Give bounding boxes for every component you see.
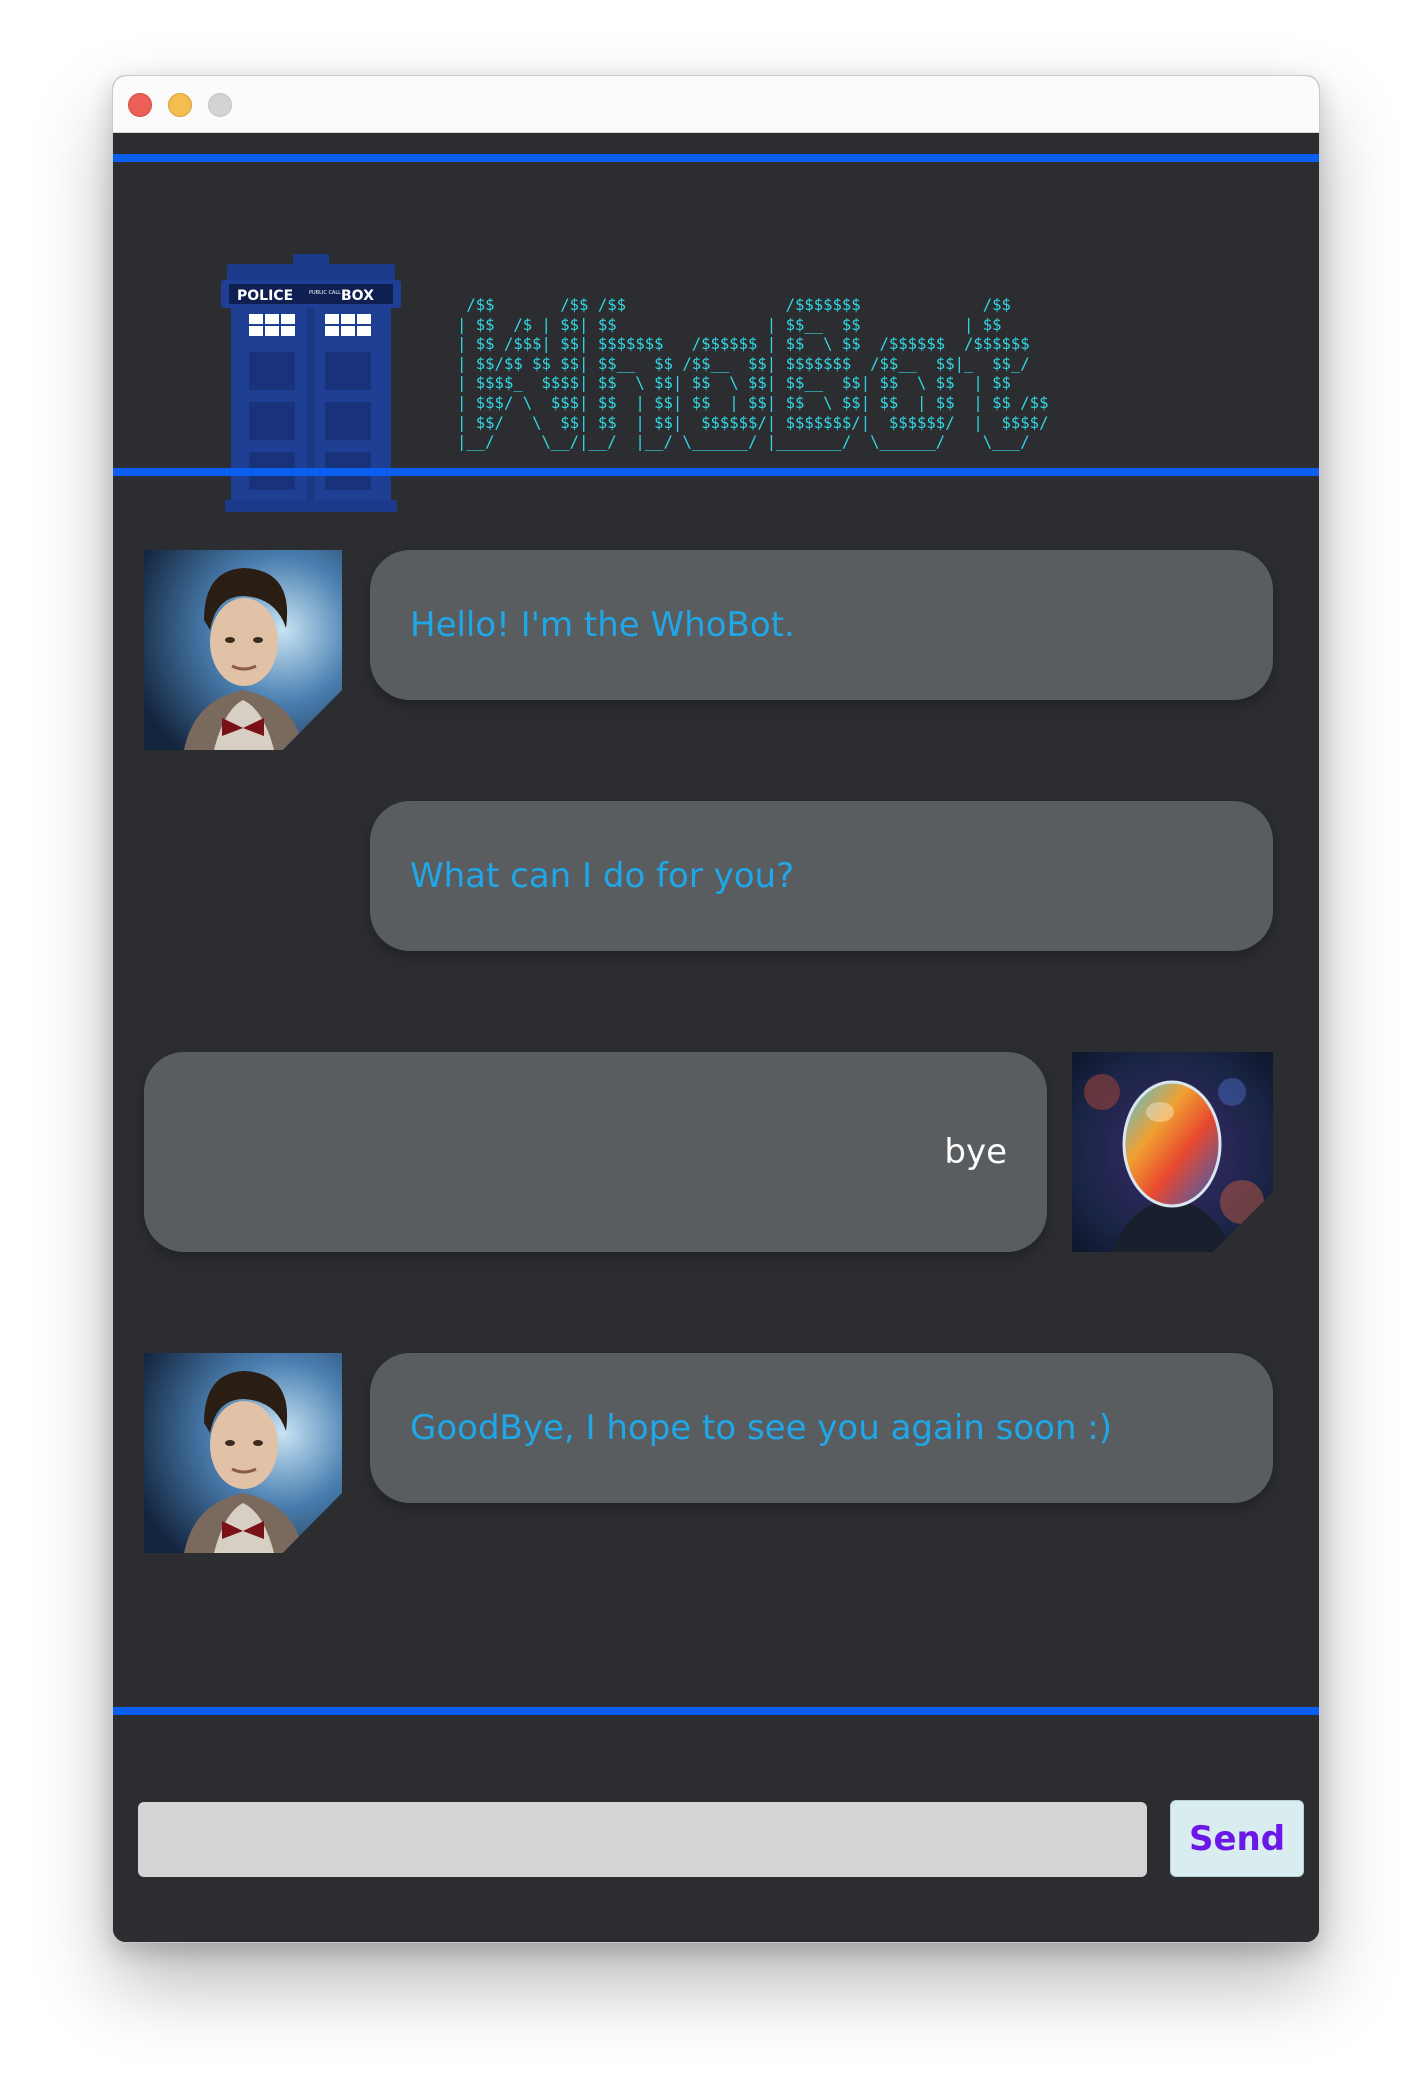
send-button[interactable]: Send xyxy=(1170,1800,1304,1877)
header-top-divider xyxy=(113,154,1319,162)
svg-text:BOX: BOX xyxy=(341,288,374,304)
svg-text:POLICE: POLICE xyxy=(237,288,293,304)
bot-message-bubble: GoodBye, I hope to see you again soon :) xyxy=(370,1353,1273,1503)
bot-message-bubble: Hello! I'm the WhoBot. xyxy=(370,550,1273,700)
bot-avatar xyxy=(144,550,342,750)
user-message-text: bye xyxy=(944,1132,1007,1172)
bot-message-text: Hello! I'm the WhoBot. xyxy=(410,605,795,645)
message-input[interactable] xyxy=(138,1802,1147,1877)
chat-dialog-container[interactable]: Hello! I'm the WhoBot. What can I do for… xyxy=(113,479,1319,1707)
title-bar xyxy=(113,76,1319,133)
app-header: POLICE PUBLIC CALL BOX /$$ /$$ /$$ /$$$$… xyxy=(113,162,1319,512)
bot-avatar xyxy=(144,1353,342,1553)
bot-message-text: GoodBye, I hope to see you again soon :) xyxy=(410,1408,1113,1448)
user-message-bubble: bye xyxy=(144,1052,1047,1252)
svg-text:PUBLIC CALL: PUBLIC CALL xyxy=(309,290,341,296)
input-area: Send xyxy=(113,1715,1319,1942)
whobot-ascii-logo: /$$ /$$ /$$ /$$$$$$$ /$$ | $$ /$ | $$| $… xyxy=(457,296,1049,452)
input-top-divider xyxy=(113,1707,1319,1715)
user-avatar xyxy=(1072,1052,1273,1252)
header-bottom-divider xyxy=(113,468,1319,476)
bot-message-bubble: What can I do for you? xyxy=(370,801,1273,951)
app-window: POLICE PUBLIC CALL BOX /$$ /$$ /$$ /$$$$… xyxy=(112,75,1320,1943)
minimize-window-button[interactable] xyxy=(168,93,192,117)
maximize-window-button[interactable] xyxy=(208,93,232,117)
bot-message-text: What can I do for you? xyxy=(410,856,795,896)
close-window-button[interactable] xyxy=(128,93,152,117)
